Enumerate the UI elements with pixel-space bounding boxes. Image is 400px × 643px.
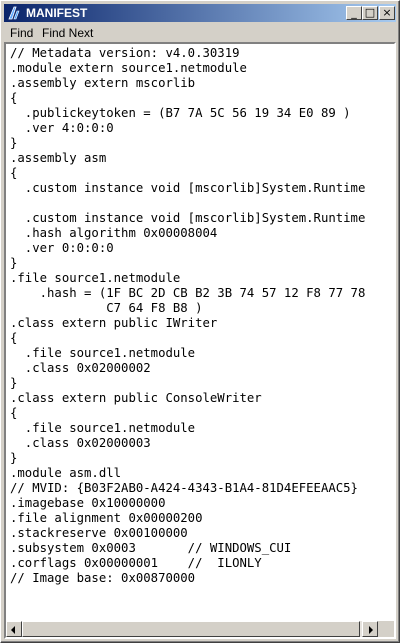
scroll-left-icon — [11, 626, 15, 634]
title-bar[interactable]: MANIFEST _ □ × — [4, 4, 396, 22]
code-line: .hash algorithm 0x00008004 — [10, 226, 218, 240]
minimize-button[interactable]: _ — [346, 6, 362, 20]
code-line: .ver 0:0:0:0 — [10, 241, 114, 255]
code-line: } — [10, 256, 18, 270]
code-line: .custom instance void [mscorlib]System.R… — [10, 181, 366, 195]
menu-find-next[interactable]: Find Next — [42, 26, 93, 40]
scroll-right-button[interactable] — [362, 621, 378, 637]
code-line: .module asm.dll — [10, 466, 122, 480]
code-line: // MVID: {B03F2AB0-A424-4343-B1A4-81D4EF… — [10, 481, 358, 495]
scroll-left-button[interactable] — [6, 621, 22, 637]
code-line: .assembly asm — [10, 151, 107, 165]
code-line: C7 64 F8 B8 ) — [10, 301, 203, 315]
menu-find[interactable]: Find — [10, 26, 33, 40]
code-line: { — [10, 91, 18, 105]
code-line: } — [10, 376, 18, 390]
code-line: .class 0x02000003 — [10, 436, 151, 450]
code-line: { — [10, 166, 18, 180]
maximize-button[interactable]: □ — [362, 6, 378, 20]
code-line: // Image base: 0x00870000 — [10, 571, 196, 585]
code-line: { — [10, 406, 18, 420]
code-line: .file source1.netmodule — [10, 421, 196, 435]
code-line: .module extern source1.netmodule — [10, 61, 247, 75]
code-line: .class extern public IWriter — [10, 316, 218, 330]
manifest-code[interactable]: // Metadata version: v4.0.30319 .module e… — [10, 46, 384, 626]
code-line: .subsystem 0x0003 // WINDOWS_CUI — [10, 541, 292, 555]
code-line: } — [10, 451, 18, 465]
ildasm-app-icon — [8, 6, 20, 20]
code-line: // Metadata version: v4.0.30319 — [10, 46, 240, 60]
close-icon: × — [382, 6, 392, 19]
code-line: .publickeytoken = (B7 7A 5C 56 19 34 E0 … — [10, 106, 351, 120]
code-line: .class extern public ConsoleWriter — [10, 391, 262, 405]
code-line: .file source1.netmodule — [10, 346, 196, 360]
minimize-icon: _ — [351, 6, 357, 19]
code-line: .file alignment 0x00000200 — [10, 511, 203, 525]
code-line: .custom instance void [mscorlib]System.R… — [10, 211, 366, 225]
close-button[interactable]: × — [379, 6, 395, 20]
code-line: } — [10, 136, 18, 150]
code-line: .assembly extern mscorlib — [10, 76, 196, 90]
code-line: .ver 4:0:0:0 — [10, 121, 114, 135]
code-line: .imagebase 0x10000000 — [10, 496, 166, 510]
scrollbar-thumb[interactable] — [22, 621, 360, 637]
code-line: .file source1.netmodule — [10, 271, 181, 285]
manifest-text-view[interactable]: // Metadata version: v4.0.30319 .module e… — [4, 42, 396, 639]
manifest-window: MANIFEST _ □ × Find Find Next // Metadat… — [0, 0, 400, 643]
code-line: .hash = (1F BC 2D CB B2 3B 74 57 12 F8 7… — [10, 286, 366, 300]
maximize-icon: □ — [364, 6, 376, 19]
horizontal-scrollbar[interactable] — [6, 621, 378, 637]
code-line: { — [10, 331, 18, 345]
size-grip[interactable] — [378, 621, 394, 637]
code-line: .corflags 0x00000001 // ILONLY — [10, 556, 262, 570]
window-title: MANIFEST — [26, 6, 88, 20]
menu-bar: Find Find Next — [4, 23, 396, 42]
code-line: .stackreserve 0x00100000 — [10, 526, 188, 540]
scroll-right-icon — [369, 626, 373, 634]
code-line: .class 0x02000002 — [10, 361, 151, 375]
